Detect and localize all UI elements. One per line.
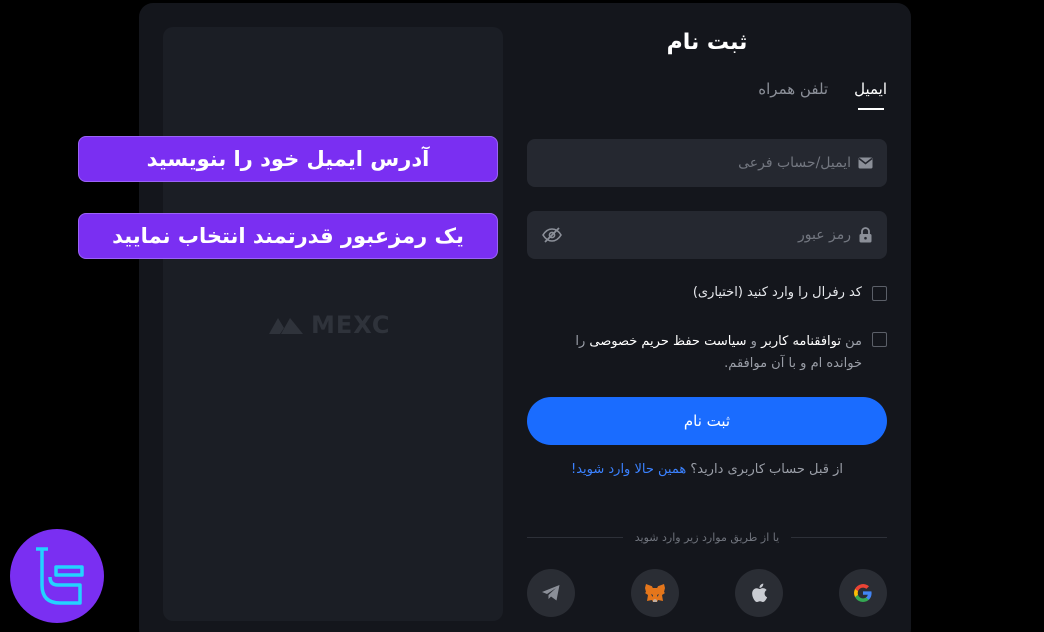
telegram-icon	[542, 585, 560, 601]
telegram-login-button[interactable]	[527, 569, 575, 617]
apple-icon	[752, 583, 768, 602]
terms-and: و	[750, 334, 757, 349]
email-input[interactable]	[541, 155, 851, 171]
page-title: ثبت نام	[666, 30, 748, 55]
signup-tabs: ایمیل تلفن همراه	[758, 80, 887, 110]
privacy-policy-link[interactable]: سیاست حفظ حریم خصوصی	[589, 334, 746, 349]
mexc-logo: MEXC	[267, 311, 407, 339]
divider-text: یا از طریق موارد زیر وارد شوید	[634, 530, 780, 544]
password-input[interactable]	[569, 227, 851, 243]
login-link[interactable]: همین حالا وارد شوید!	[571, 462, 686, 477]
tab-phone[interactable]: تلفن همراه	[758, 80, 828, 110]
callout-email: آدرس ایمیل خود را بنویسید	[78, 136, 498, 182]
user-agreement-link[interactable]: توافقنامه کاربر	[761, 334, 841, 349]
divider-line	[526, 536, 623, 538]
lock-icon	[857, 227, 873, 243]
login-prompt: از قبل حساب کاربری دارید؟	[690, 462, 843, 477]
apple-login-button[interactable]	[735, 569, 783, 617]
terms-row: من توافقنامه کاربر و سیاست حفظ حریم خصوص…	[556, 331, 887, 375]
terms-checkbox[interactable]	[872, 332, 887, 347]
social-divider: یا از طریق موارد زیر وارد شوید	[526, 528, 887, 546]
tab-email[interactable]: ایمیل	[854, 80, 887, 110]
terms-text: من توافقنامه کاربر و سیاست حفظ حریم خصوص…	[556, 331, 862, 375]
divider-line	[791, 536, 887, 538]
google-icon	[854, 584, 872, 602]
signup-button[interactable]: ثبت نام	[527, 397, 887, 445]
google-login-button[interactable]	[839, 569, 887, 617]
eye-off-icon[interactable]	[541, 227, 563, 243]
metamask-icon	[645, 584, 665, 602]
email-field-wrapper	[527, 139, 887, 187]
mexc-mark-icon	[269, 318, 303, 334]
referral-row: کد رفرال را وارد کنید (اختیاری)	[693, 285, 887, 301]
login-row: از قبل حساب کاربری دارید؟ همین حالا وارد…	[527, 462, 887, 477]
mail-icon	[857, 155, 873, 171]
brand-logo-icon	[36, 547, 84, 605]
terms-prefix: من	[845, 334, 862, 349]
referral-checkbox[interactable]	[872, 286, 887, 301]
site-logo-badge	[10, 529, 104, 623]
metamask-login-button[interactable]	[631, 569, 679, 617]
referral-label: کد رفرال را وارد کنید (اختیاری)	[692, 285, 862, 300]
password-field-wrapper	[527, 211, 887, 259]
callout-password: یک رمزعبور قدرتمند انتخاب نمایید	[78, 213, 498, 259]
mexc-logo-text: MEXC	[311, 311, 391, 339]
